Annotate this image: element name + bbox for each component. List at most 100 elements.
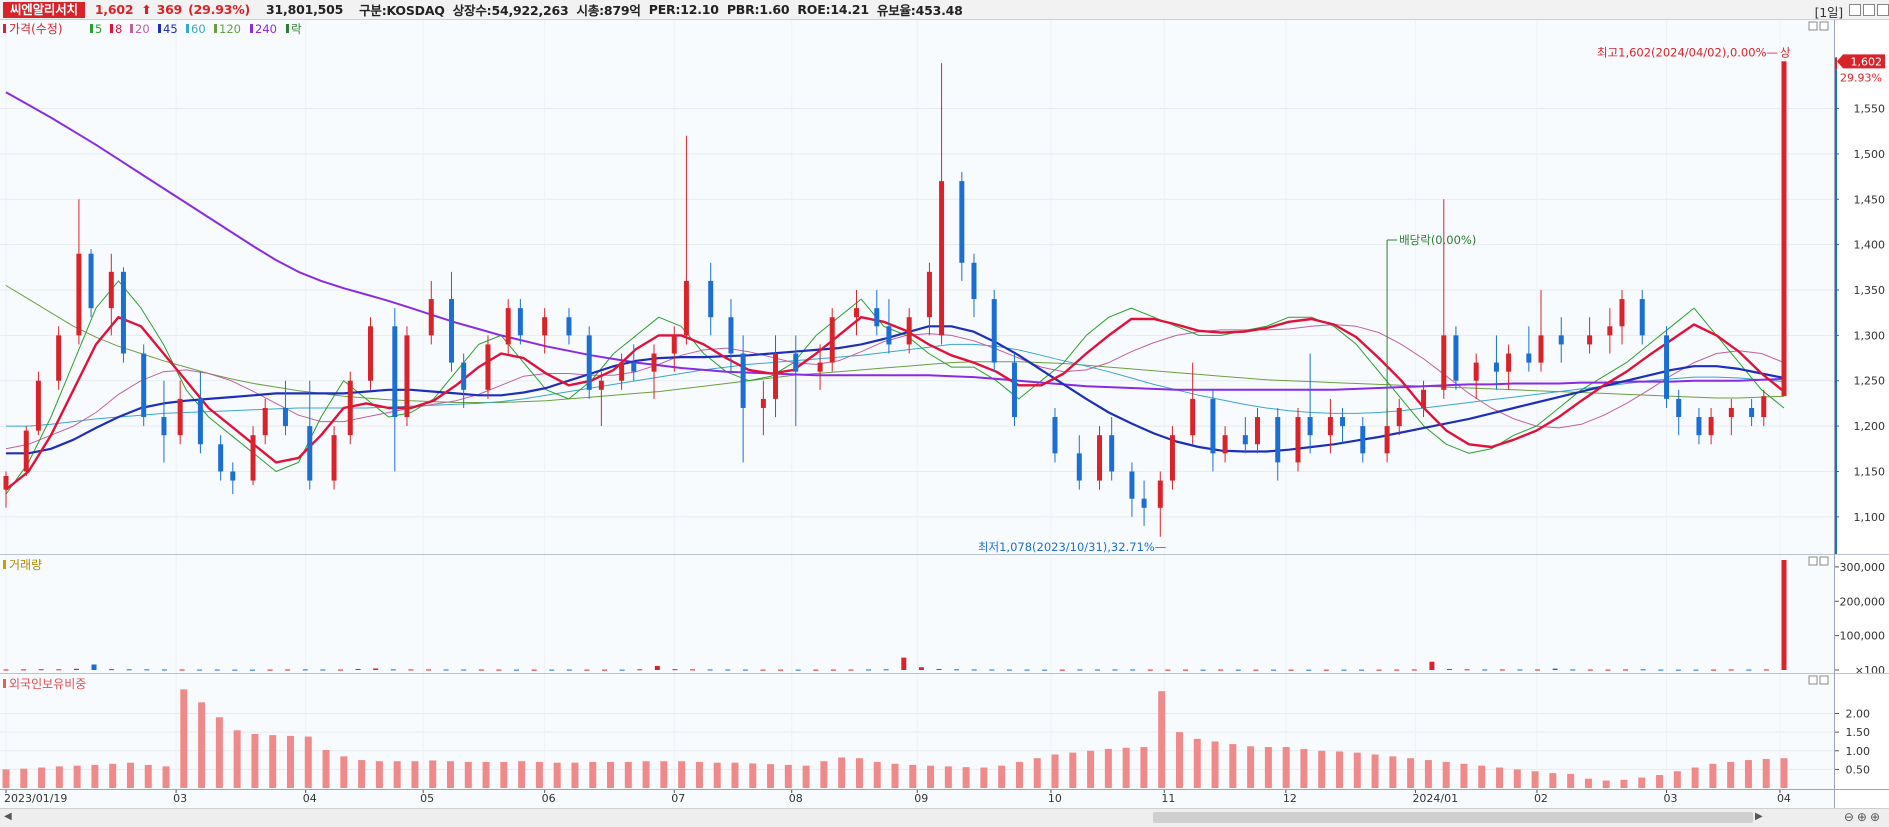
volume-bar <box>91 664 97 670</box>
volume-bar <box>1587 669 1593 671</box>
last-price-tag-label: 1,602 <box>1851 55 1883 68</box>
foreign-ownership-bar <box>1158 691 1166 788</box>
volume-bar <box>1728 669 1734 671</box>
volume-bar <box>901 657 907 670</box>
candle-body <box>120 271 126 354</box>
candle-body <box>1129 471 1135 499</box>
foreign-ownership-bar <box>233 730 241 788</box>
volume-bar <box>1605 669 1611 671</box>
foreign-ownership-bar <box>1318 750 1326 788</box>
volume-y-tick-label: 300,000 <box>1840 561 1886 574</box>
stock-chart[interactable]: 1,100 1,150 1,200 1,250 1,300 1,350 1,400 1,450… <box>0 0 1889 808</box>
volume-bar <box>1447 668 1453 670</box>
volume-bar <box>1182 669 1188 671</box>
price-panel-title[interactable]: 가격(수정) <box>9 22 63 36</box>
volume-bar <box>1130 669 1136 671</box>
candle-body <box>3 476 9 490</box>
foreign-ownership-bar <box>1069 752 1077 788</box>
foreign-ownership-bar <box>55 766 63 788</box>
ma-legend-marker <box>130 24 133 33</box>
panel-restore-icon[interactable] <box>1808 21 1818 31</box>
volume-bar <box>1024 669 1030 671</box>
panel-close-icon[interactable] <box>1819 675 1829 685</box>
candle-body <box>1360 426 1366 454</box>
candle-body <box>1052 417 1058 454</box>
foreign-ownership-bar <box>1371 754 1379 788</box>
zoom-controls[interactable]: ⊖⊕⊕ <box>1844 810 1883 824</box>
foreign-ownership-bar <box>1336 751 1343 788</box>
x-tick-label: 09 <box>914 792 928 805</box>
x-tick-label: 08 <box>789 792 803 805</box>
candle-body <box>1607 326 1613 336</box>
foreign-ownership-bar <box>1353 752 1361 788</box>
foreign-ownership-bar <box>1584 778 1592 788</box>
volume-bar <box>21 669 27 671</box>
foreign-ownership-bar <box>393 761 401 788</box>
foreign-ownership-bar <box>642 761 650 788</box>
candle-body <box>683 280 689 336</box>
volume-bar <box>1288 669 1294 671</box>
panel-close-icon[interactable] <box>1819 556 1829 566</box>
volume-bar <box>1235 669 1241 671</box>
price-y-tick-label: 1,500 <box>1854 148 1886 161</box>
foreign-ownership-bar <box>1300 748 1308 788</box>
ma-legend-marker <box>90 24 93 33</box>
volume-bar <box>1570 669 1576 671</box>
candle-body <box>282 407 288 427</box>
volume-bar <box>337 669 343 671</box>
volume-bar <box>1253 669 1259 671</box>
scroll-thumb[interactable] <box>1153 812 1753 823</box>
scroll-right-icon[interactable]: ▶ <box>1755 811 1763 822</box>
x-tick-label: 11 <box>1161 792 1175 805</box>
panel-restore-icon[interactable] <box>1808 675 1818 685</box>
volume-bar <box>38 669 44 671</box>
x-tick-label: 03 <box>173 792 187 805</box>
candle-body <box>566 317 572 336</box>
candle-body <box>1190 398 1196 436</box>
panel-restore-icon[interactable] <box>1808 556 1818 566</box>
high-price-annotation: 최고1,602(2024/04/02),0.00%— <box>1597 45 1778 59</box>
candle-body <box>1639 299 1645 336</box>
volume-bar <box>848 669 854 671</box>
foreign-ownership-bar <box>1033 758 1041 788</box>
candle-body <box>392 326 398 418</box>
price-y-tick-label: 1,300 <box>1854 329 1886 342</box>
foreign-ownership-bar <box>251 734 259 788</box>
foreign-ownership-bar <box>180 689 188 788</box>
foreign-ownership-bar <box>998 765 1006 788</box>
candle-body <box>1441 335 1447 390</box>
candle-body <box>461 362 467 390</box>
foreign-panel-title[interactable]: 외국인보유비중 <box>9 677 86 691</box>
foreign-ownership-bar <box>571 762 579 788</box>
candle-body <box>88 253 94 309</box>
ma-legend-label: 60 <box>191 22 206 36</box>
volume-panel-title[interactable]: 거래량 <box>9 558 42 572</box>
horizontal-scrollbar[interactable]: ◀ ▶ ⊖⊕⊕ <box>0 808 1889 827</box>
foreign-ownership-bar <box>535 761 543 788</box>
candle-body <box>598 380 604 390</box>
scroll-left-icon[interactable]: ◀ <box>4 811 12 822</box>
foreign-ownership-bar <box>909 764 917 788</box>
foreign-ownership-bar <box>1122 747 1130 788</box>
panel-close-icon[interactable] <box>1819 21 1829 31</box>
volume-bar <box>1376 669 1382 671</box>
candle-body <box>854 308 860 318</box>
foreign-ownership-bar <box>767 764 775 788</box>
foreign-ownership-bar <box>891 763 899 788</box>
foreign-ownership-bar <box>464 761 472 788</box>
price-legend-marker <box>3 24 6 33</box>
volume-bar <box>1059 669 1065 671</box>
foreign-ownership-bar <box>1247 746 1255 788</box>
ma-legend-marker <box>250 24 253 33</box>
ma-legend-label: 45 <box>163 22 178 36</box>
foreign-ownership-bar <box>1282 747 1290 788</box>
ma-legend-items[interactable]: 5 8 20 45 60 120 240 락 <box>90 22 302 36</box>
volume-bar <box>1499 669 1505 671</box>
candle-body <box>1109 435 1115 472</box>
foreign-y-tick-label: 2.00 <box>1846 708 1871 721</box>
volume-bar <box>302 669 308 671</box>
foreign-ownership-bar <box>962 767 970 788</box>
candle-body <box>1493 362 1499 372</box>
volume-bar <box>971 669 977 671</box>
candle-body <box>368 326 374 381</box>
